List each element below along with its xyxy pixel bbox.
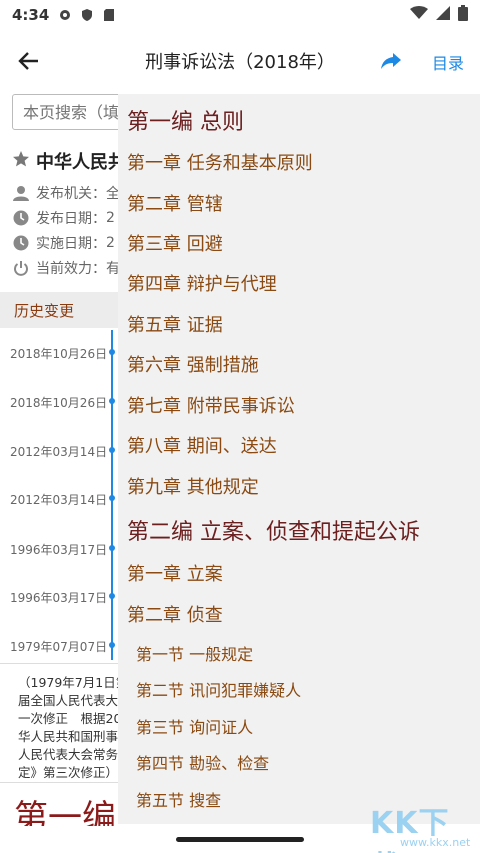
app-bar: 刑事诉讼法（2018年） 目录: [0, 30, 480, 90]
timeline-date[interactable]: 2012年03月14日: [10, 443, 107, 460]
meta-issuer: 发布机关： 全: [12, 180, 132, 205]
timeline-dot: [109, 495, 115, 501]
share-button[interactable]: [376, 46, 406, 76]
meta-label: 当前效力：: [36, 260, 106, 277]
toc-section[interactable]: 第三节 询问证人: [136, 714, 253, 738]
meta-validity: 当前效力： 有: [12, 255, 132, 280]
gesture-nav-handle[interactable]: [176, 837, 304, 842]
description-line: 人民代表大会常务委: [18, 747, 118, 762]
clock-icon: [12, 234, 30, 252]
watermark-url: www.kkx.net: [400, 836, 471, 849]
status-time: 4:34: [12, 6, 50, 24]
content-heading: 第一编 总则: [14, 798, 119, 826]
meta-value: 2: [106, 209, 115, 226]
timeline-date[interactable]: 1996年03月17日: [10, 589, 107, 606]
toc-chapter[interactable]: 第二章 管辖: [127, 190, 223, 216]
timeline-dot: [109, 642, 115, 648]
description-line: （1979年7月1日第五: [18, 675, 118, 690]
toc-chapter[interactable]: 第一章 任务和基本原则: [127, 149, 313, 175]
toc-chapter[interactable]: 第四章 辩护与代理: [127, 270, 277, 296]
signal-icon: [436, 6, 450, 24]
history-tab[interactable]: 历史变更: [0, 292, 120, 328]
divider: [0, 663, 120, 664]
toc-chapter[interactable]: 第九章 其他规定: [127, 473, 259, 499]
toc-button[interactable]: 目录: [432, 50, 464, 74]
meta-label: 发布日期：: [36, 210, 106, 227]
toc-panel: 第一编 总则 第一章 任务和基本原则 第二章 管辖 第三章 回避 第四章 辩护与…: [118, 94, 480, 824]
meta-label: 发布机关：: [36, 185, 106, 202]
toc-section[interactable]: 第二节 讯问犯罪嫌疑人: [136, 677, 301, 701]
timeline-date[interactable]: 2012年03月14日: [10, 491, 107, 508]
status-right: [410, 5, 468, 25]
star-icon[interactable]: [12, 150, 30, 173]
timeline-dot: [109, 545, 115, 551]
shield-icon: [79, 7, 95, 23]
toc-chapter[interactable]: 第七章 附带民事诉讼: [127, 392, 295, 418]
law-name: 中华人民共和国刑事诉讼法: [12, 148, 132, 174]
toc-chapter[interactable]: 第五章 证据: [127, 311, 223, 337]
power-icon: [12, 259, 30, 277]
timeline-dot: [109, 447, 115, 453]
gear-icon: [57, 7, 73, 23]
description-line: 一次修正 根据201: [18, 711, 118, 726]
timeline-dot: [109, 398, 115, 404]
person-icon: [12, 184, 30, 202]
meta-value: 2: [106, 234, 115, 251]
page-title: 刑事诉讼法（2018年）: [145, 52, 335, 73]
history-timeline: 2018年10月26日 2018年10月26日 2012年03月14日 2012…: [0, 330, 120, 660]
toc-part-2[interactable]: 第二编 立案、侦查和提起公诉: [127, 514, 420, 546]
toc-section[interactable]: 第四节 勘验、检查: [136, 750, 269, 774]
timeline-date[interactable]: 1996年03月17日: [10, 541, 107, 558]
description-line: 华人民共和国刑事诉: [18, 729, 118, 744]
timeline-dot: [109, 349, 115, 355]
toc-section[interactable]: 第一节 一般规定: [136, 641, 253, 665]
toc-section[interactable]: 第五节 搜查: [136, 787, 221, 811]
clock-icon: [12, 209, 30, 227]
timeline-date[interactable]: 2018年10月26日: [10, 394, 107, 411]
description-line: 定》第三次修正）: [18, 765, 118, 780]
watermark-logo: KK下载 www.kkx.net: [366, 798, 478, 853]
timeline-dot: [109, 593, 115, 599]
toc-chapter[interactable]: 第一章 立案: [127, 560, 223, 586]
share-arrow-icon: [381, 53, 401, 69]
timeline-date[interactable]: 2018年10月26日: [10, 345, 107, 362]
toc-chapter[interactable]: 第六章 强制措施: [127, 351, 259, 377]
status-bar: 4:34: [0, 0, 480, 30]
toc-chapter[interactable]: 第二章 侦查: [127, 601, 223, 627]
toc-chapter[interactable]: 第八章 期间、送达: [127, 432, 277, 458]
toc-part-1[interactable]: 第一编 总则: [127, 104, 244, 136]
divider: [0, 782, 120, 783]
description-line: 届全国人民代表大会: [18, 693, 118, 708]
sd-card-icon: [101, 7, 117, 23]
meta-label: 实施日期：: [36, 235, 106, 252]
timeline-date[interactable]: 1979年07月07日: [10, 638, 107, 655]
meta-publish-date: 发布日期： 2: [12, 205, 132, 230]
meta-effective-date: 实施日期： 2: [12, 230, 132, 255]
law-description: （1979年7月1日第五 届全国人民代表大会 一次修正 根据201 华人民共和国…: [18, 674, 118, 782]
wifi-icon: [410, 6, 428, 24]
law-info: 中华人民共和国刑事诉讼法 发布机关： 全 发布日期： 2 实施日期： 2 当前效…: [12, 148, 132, 280]
toc-chapter[interactable]: 第三章 回避: [127, 230, 223, 256]
battery-icon: [458, 5, 468, 25]
